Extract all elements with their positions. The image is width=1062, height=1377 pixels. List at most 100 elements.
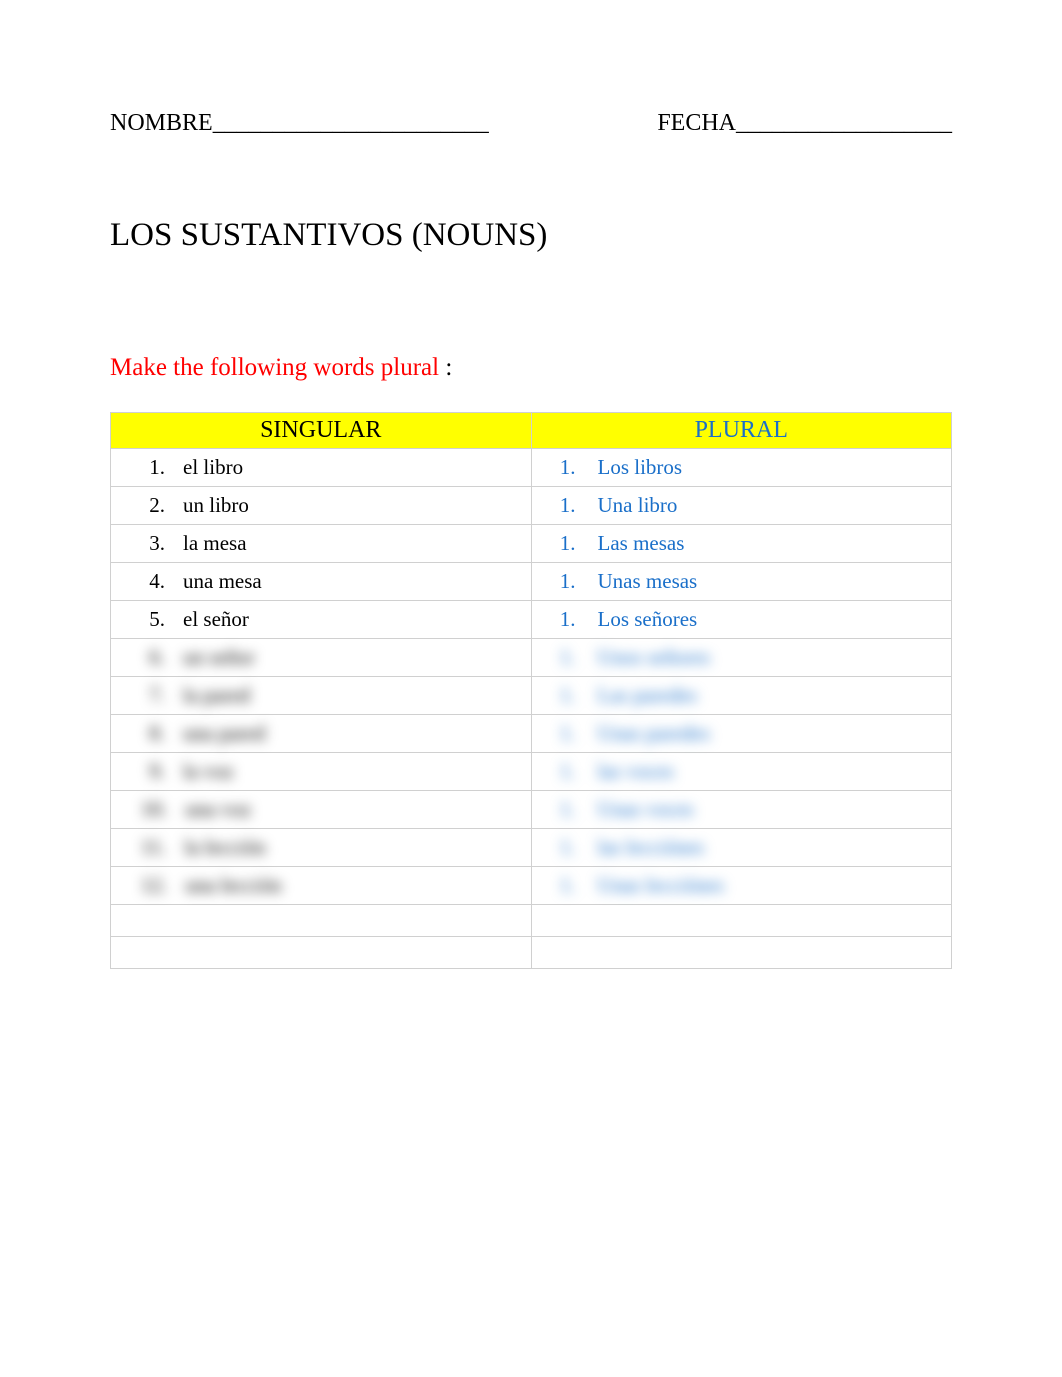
nouns-table: SINGULAR PLURAL 1. el libro1.Los libros2… bbox=[110, 412, 952, 969]
row-number: 1. bbox=[141, 455, 173, 480]
singular-text: una mesa bbox=[173, 569, 262, 594]
singular-cell: 11. la lección bbox=[111, 829, 532, 867]
singular-cell: 5. el señor bbox=[111, 601, 532, 639]
row-number: 8. bbox=[141, 721, 173, 746]
plural-cell: 1.las lecciónes bbox=[531, 829, 952, 867]
plural-cell: 1.Los señores bbox=[531, 601, 952, 639]
row-number: 1. bbox=[556, 835, 584, 860]
plural-cell: 1.Unas lecciónes bbox=[531, 867, 952, 905]
row-number: 1. bbox=[556, 721, 584, 746]
singular-text: una voz bbox=[175, 797, 251, 822]
singular-cell: 10. una voz bbox=[111, 791, 532, 829]
plural-cell: 1.Una libro bbox=[531, 487, 952, 525]
row-number: 1. bbox=[556, 759, 584, 784]
row-number: 7. bbox=[141, 683, 173, 708]
worksheet-title: LOS SUSTANTIVOS (NOUNS) bbox=[110, 217, 952, 254]
fecha-label: FECHA bbox=[657, 110, 736, 137]
plural-header: PLURAL bbox=[531, 413, 952, 449]
row-number: 1. bbox=[556, 531, 584, 556]
table-row: 10. una voz1.Unas voces bbox=[111, 791, 952, 829]
singular-text: una lección bbox=[175, 873, 281, 898]
instruction-colon: : bbox=[439, 354, 452, 381]
plural-text: las voces bbox=[584, 759, 674, 784]
plural-cell: 1.Las mesas bbox=[531, 525, 952, 563]
table-row: 5. el señor1.Los señores bbox=[111, 601, 952, 639]
row-number: 2. bbox=[141, 493, 173, 518]
singular-cell: 3. la mesa bbox=[111, 525, 532, 563]
plural-text: Unas paredes bbox=[584, 721, 711, 746]
plural-text: Las mesas bbox=[584, 531, 685, 556]
table-row: 11. la lección1.las lecciónes bbox=[111, 829, 952, 867]
singular-text: el libro bbox=[173, 455, 243, 480]
singular-text: una pared bbox=[173, 721, 265, 746]
plural-text: Las paredes bbox=[584, 683, 698, 708]
fecha-blank: __________________ bbox=[736, 110, 952, 137]
nombre-blank: _______________________ bbox=[213, 110, 489, 137]
singular-cell: 4. una mesa bbox=[111, 563, 532, 601]
plural-text: Una libro bbox=[584, 493, 678, 518]
row-number: 10. bbox=[141, 797, 175, 822]
fecha-field: FECHA __________________ bbox=[657, 110, 952, 137]
row-number: 1. bbox=[556, 455, 584, 480]
singular-cell: 12. una lección bbox=[111, 867, 532, 905]
plural-cell: 1.Unos señores bbox=[531, 639, 952, 677]
row-number: 9. bbox=[141, 759, 173, 784]
plural-cell: 1.Los libros bbox=[531, 449, 952, 487]
singular-cell: 2. un libro bbox=[111, 487, 532, 525]
singular-text: un señor bbox=[173, 645, 255, 670]
plural-text: Unos señores bbox=[584, 645, 711, 670]
table-row: 12. una lección1.Unas lecciónes bbox=[111, 867, 952, 905]
table-row: 1. el libro1.Los libros bbox=[111, 449, 952, 487]
plural-text: Unas voces bbox=[584, 797, 694, 822]
row-number: 1. bbox=[556, 569, 584, 594]
table-row: 9. la voz 1.las voces bbox=[111, 753, 952, 791]
table-row: 3. la mesa1.Las mesas bbox=[111, 525, 952, 563]
plural-text: Unas mesas bbox=[584, 569, 698, 594]
singular-cell: 6. un señor bbox=[111, 639, 532, 677]
plural-cell: 1.las voces bbox=[531, 753, 952, 791]
header-row: NOMBRE _______________________ FECHA ___… bbox=[110, 110, 952, 137]
plural-text: Unas lecciónes bbox=[584, 873, 725, 898]
table-row: 4. una mesa1.Unas mesas bbox=[111, 563, 952, 601]
row-number: 1. bbox=[556, 797, 584, 822]
singular-text: el señor bbox=[173, 607, 249, 632]
empty-row bbox=[111, 905, 952, 937]
row-number: 1. bbox=[556, 493, 584, 518]
singular-header: SINGULAR bbox=[111, 413, 532, 449]
singular-text: la lección bbox=[174, 835, 265, 860]
singular-cell: 8. una pared bbox=[111, 715, 532, 753]
table-row: 8. una pared1.Unas paredes bbox=[111, 715, 952, 753]
singular-cell: 7. la pared bbox=[111, 677, 532, 715]
row-number: 3. bbox=[141, 531, 173, 556]
row-number: 12. bbox=[141, 873, 175, 898]
nombre-field: NOMBRE _______________________ bbox=[110, 110, 489, 137]
table-container: SINGULAR PLURAL 1. el libro1.Los libros2… bbox=[110, 412, 952, 969]
row-number: 4. bbox=[141, 569, 173, 594]
instruction-main: Make the following words plural bbox=[110, 354, 439, 381]
plural-cell: 1.Unas paredes bbox=[531, 715, 952, 753]
singular-text: un libro bbox=[173, 493, 249, 518]
table-header-row: SINGULAR PLURAL bbox=[111, 413, 952, 449]
plural-text: Los libros bbox=[584, 455, 683, 480]
row-number: 11. bbox=[141, 835, 174, 860]
singular-cell: 1. el libro bbox=[111, 449, 532, 487]
table-row: 7. la pared1.Las paredes bbox=[111, 677, 952, 715]
instruction-text: Make the following words plural : bbox=[110, 354, 952, 382]
table-row: 2. un libro1.Una libro bbox=[111, 487, 952, 525]
singular-text: la mesa bbox=[173, 531, 247, 556]
empty-row bbox=[111, 937, 952, 969]
plural-cell: 1.Unas voces bbox=[531, 791, 952, 829]
singular-text: la pared bbox=[173, 683, 250, 708]
plural-cell: 1.Las paredes bbox=[531, 677, 952, 715]
row-number: 6. bbox=[141, 645, 173, 670]
singular-text: la voz bbox=[173, 759, 234, 784]
row-number: 1. bbox=[556, 645, 584, 670]
nombre-label: NOMBRE bbox=[110, 110, 213, 137]
plural-text: las lecciónes bbox=[584, 835, 705, 860]
worksheet-page: NOMBRE _______________________ FECHA ___… bbox=[0, 0, 1062, 969]
plural-cell: 1.Unas mesas bbox=[531, 563, 952, 601]
row-number: 1. bbox=[556, 683, 584, 708]
row-number: 1. bbox=[556, 873, 584, 898]
row-number: 1. bbox=[556, 607, 584, 632]
plural-text: Los señores bbox=[584, 607, 698, 632]
